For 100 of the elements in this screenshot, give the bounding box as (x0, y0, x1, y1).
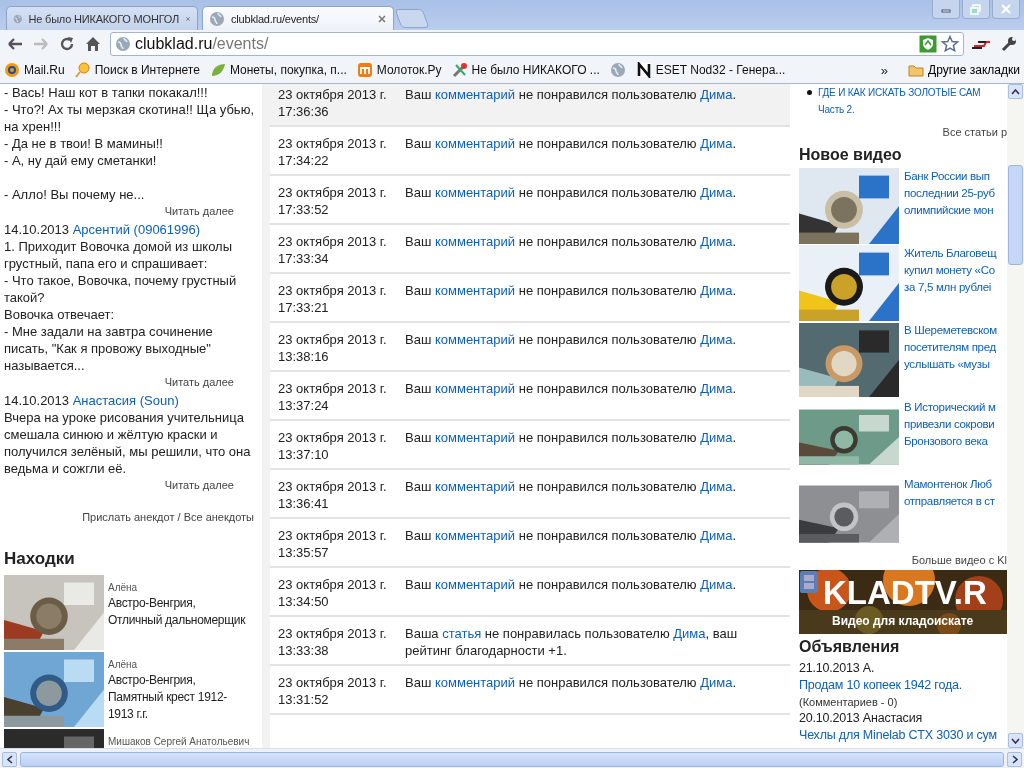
banner-subtitle: Видео для кладоискате (832, 614, 974, 628)
video-title[interactable]: услышать «музы (904, 356, 997, 373)
author-link[interactable]: Арсентий (09061996) (72, 222, 201, 237)
item-link[interactable]: комментарий (434, 577, 516, 592)
send-anecdote-link[interactable]: Прислать анекдот (82, 511, 175, 523)
bookmark[interactable]: Поиск в Интернете (74, 62, 200, 78)
magnifier-icon (74, 62, 91, 78)
video-title[interactable]: последнии 25-руб (904, 185, 995, 202)
scroll-thumb[interactable] (20, 751, 1004, 767)
item-link[interactable]: комментарий (434, 283, 516, 298)
restore-button[interactable] (962, 0, 990, 19)
find-title[interactable]: 1913 г.г. (108, 706, 227, 723)
video-title[interactable]: Житель Благовещ (904, 245, 997, 262)
ad-date-author: 20.10.2013 Анастасия (799, 710, 923, 727)
video-title[interactable]: отправляется в ст (904, 493, 995, 510)
event-message: Ваш комментарий не понравился пользователю Дима. (405, 429, 737, 447)
video-title[interactable]: Бронзового века (904, 433, 996, 450)
event-time: 13:31:52 (278, 691, 330, 708)
shield-icon[interactable] (919, 34, 937, 53)
item-link[interactable]: комментарий (434, 136, 516, 151)
bookmark[interactable]: Монеты, покупка, п... (209, 62, 347, 78)
ad-date-author: 21.10.2013 А. (799, 660, 876, 677)
horizontal-scrollbar[interactable] (0, 748, 1024, 768)
browser-tab[interactable]: clubklad.ru/events/ (202, 6, 394, 30)
ad-title-link[interactable]: Продам 10 копеек 1942 года. (799, 677, 1007, 694)
event-date: 23 октября 2013 г. (278, 331, 388, 348)
event-date: 23 октября 2013 г. (278, 429, 388, 446)
video-title[interactable]: Мамонтенок Люб (904, 476, 995, 493)
item-link[interactable]: статья (442, 626, 482, 641)
item-link[interactable]: комментарий (434, 381, 516, 396)
event-date: 23 октября 2013 г. (278, 380, 388, 397)
restore-icon (969, 3, 983, 15)
browser-tab[interactable]: Не было НИКАКОГО МОНГОЛ (6, 6, 198, 30)
find-author: Алёна (108, 581, 139, 595)
event-message: Ваша статья не понравилась пользователю Дима, ваш рейтинг благодарности +1. (405, 625, 739, 660)
author-link[interactable]: Анастасия (Soun) (72, 393, 179, 408)
event-time: 17:33:34 (278, 250, 330, 267)
video-title[interactable]: посетителям пред (904, 339, 997, 356)
other-bookmarks[interactable]: Другие закладки (908, 63, 1020, 77)
event-time: 13:35:57 (278, 544, 330, 561)
read-more-link[interactable]: Читать далее (164, 205, 234, 217)
all-articles-link[interactable]: Все статьи р (799, 126, 1007, 138)
item-link[interactable]: комментарий (434, 528, 516, 543)
section-heading: Находки (4, 549, 76, 569)
find-title[interactable]: Австро-Венгрия, (108, 595, 246, 612)
video-title[interactable]: Банк России вып (904, 168, 995, 185)
globe-icon (209, 10, 225, 27)
bookmark[interactable]: Mail.Ru (4, 62, 65, 78)
video-title[interactable]: привезли сокрови (904, 416, 996, 433)
ad-title-link[interactable]: Чехлы для Minelab CTX 3030 и сум (799, 727, 1007, 744)
more-bookmarks-button[interactable]: » (880, 62, 889, 78)
close-button[interactable] (992, 0, 1020, 19)
globe-icon[interactable] (609, 62, 626, 78)
all-anecdotes-link[interactable]: Все анекдоты (183, 511, 254, 523)
address-bar[interactable]: clubklad.ru/events/ (110, 31, 964, 56)
article-link[interactable]: Часть 2. (818, 101, 981, 118)
video-title[interactable]: за 7,5 млн рублеі (904, 279, 997, 296)
anecdote-text: ведьма и сожгли её. (4, 460, 128, 477)
section-heading: Объявления (799, 638, 901, 656)
video-title[interactable]: В Исторический м (904, 399, 996, 416)
video-title[interactable]: олимпийские мон (904, 202, 995, 219)
user-link[interactable]: Дима (673, 626, 706, 641)
vertical-scrollbar[interactable] (1007, 84, 1024, 748)
bookmark[interactable]: ESET Nod32 - Генера... (635, 62, 786, 78)
star-icon[interactable] (941, 34, 959, 53)
item-link[interactable]: комментарий (434, 185, 516, 200)
home-icon[interactable] (84, 34, 102, 53)
wrench-icon[interactable] (1000, 34, 1018, 53)
item-link[interactable]: комментарий (434, 332, 516, 347)
video-title[interactable]: купил монету «Со (904, 262, 997, 279)
event-time: 13:33:38 (278, 642, 330, 659)
banner-title: KLADTV.R (823, 574, 987, 612)
article-link[interactable]: ГДЕ И КАК ИСКАТЬ ЗОЛОТЫЕ САМ (818, 84, 981, 101)
anecdote-text: - Вась! Наш кот в тапки покакал!!! (4, 84, 209, 101)
video-title[interactable]: В Шереметевском (904, 322, 997, 339)
find-title[interactable]: Отличный дальномерщик (108, 612, 246, 629)
find-title[interactable]: Памятный крест 1912- (108, 689, 227, 706)
anecdote-text: 1. Приходит Вовочка домой из школы (4, 238, 234, 255)
scroll-thumb[interactable] (1008, 165, 1023, 265)
bullet (807, 90, 812, 95)
more-videos-link[interactable]: Больше видео с Kl (799, 554, 1007, 566)
item-link[interactable]: комментарий (434, 234, 516, 249)
read-more-link[interactable]: Читать далее (164, 479, 234, 491)
anecdote-text: - Да не в твои! В мамины!! (4, 135, 164, 152)
read-more-link[interactable]: Читать далее (164, 376, 234, 388)
bookmark[interactable]: Молоток.Ру (356, 62, 442, 78)
anecdote-date: 14.10.2013 (4, 222, 70, 237)
anecdote-text: Вчера на уроке рисования учительница (4, 409, 245, 426)
find-author: Мишаков Сергей Анатольевич (108, 735, 250, 748)
item-link[interactable]: комментарий (434, 430, 516, 445)
minimize-button[interactable] (932, 0, 960, 19)
item-link[interactable]: комментарий (434, 479, 516, 494)
event-message: Ваш комментарий не понравился пользователю Дима. (405, 282, 737, 300)
find-title[interactable]: Австро-Венгрия, (108, 672, 227, 689)
item-link[interactable]: комментарий (434, 87, 516, 102)
close-icon[interactable] (377, 13, 387, 24)
reload-icon[interactable] (58, 34, 76, 53)
anecdote-text: получился зелёный, мы решили, что она (4, 443, 252, 460)
bookmark[interactable]: Не было НИКАКОГО ... (451, 62, 600, 78)
item-link[interactable]: комментарий (434, 675, 516, 690)
